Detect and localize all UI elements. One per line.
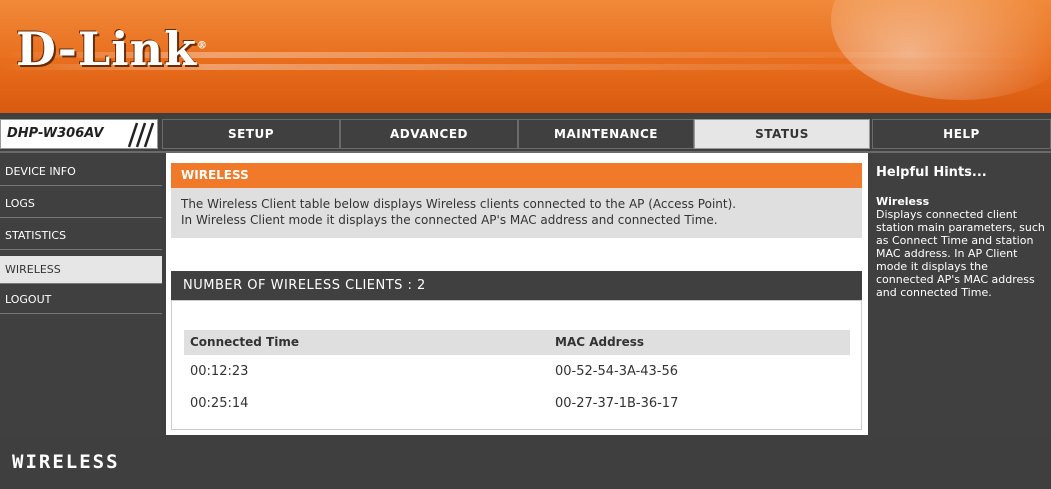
tab-help[interactable]: HELP [872, 119, 1051, 149]
table-cell-mac: 00-27-37-1B-36-17 [555, 396, 679, 411]
banner-swoosh [831, 0, 1051, 100]
clients-table: Connected Time MAC Address 00:12:23 00-5… [171, 300, 862, 430]
tab-status[interactable]: STATUS [694, 119, 870, 149]
table-cell-time: 00:12:23 [190, 364, 249, 379]
tab-advanced[interactable]: ADVANCED [340, 119, 518, 149]
description-line: In Wireless Client mode it displays the … [181, 213, 718, 227]
model-name: DHP-W306AV [7, 126, 104, 141]
sidebar-item-statistics[interactable]: STATISTICS [0, 222, 162, 250]
tab-setup[interactable]: SETUP [162, 119, 340, 149]
section-description: The Wireless Client table below displays… [171, 188, 862, 238]
registered-mark: ® [196, 40, 208, 52]
sidebar-item-device-info[interactable]: DEVICE INFO [0, 158, 162, 186]
column-header-connected-time: Connected Time [184, 330, 549, 355]
table-cell-time: 00:25:14 [190, 396, 249, 411]
dlink-logo[interactable]: D-Link® [16, 22, 208, 76]
header-banner: D-Link® [0, 0, 1051, 113]
slash-icon [127, 122, 155, 148]
sidebar-item-wireless[interactable]: WIRELESS [0, 256, 162, 284]
clients-count-header: NUMBER OF WIRELESS CLIENTS : 2 [171, 271, 862, 300]
help-subtitle: Wireless [876, 195, 930, 208]
tab-maintenance[interactable]: MAINTENANCE [518, 119, 694, 149]
sidebar-item-logout[interactable]: LOGOUT [0, 286, 162, 314]
footer-label: WIRELESS [12, 451, 120, 473]
column-header-mac-address: MAC Address [549, 330, 850, 355]
description-line: The Wireless Client table below displays… [181, 197, 737, 211]
help-text: Displays connected client station main p… [876, 208, 1045, 299]
help-title: Helpful Hints... [876, 165, 987, 180]
footer: WIRELESS [0, 437, 1051, 489]
table-cell-mac: 00-52-54-3A-43-56 [555, 364, 679, 379]
model-label: DHP-W306AV [0, 119, 158, 149]
logo-text: D-Link [16, 22, 197, 76]
help-panel: Helpful Hints... Wireless Displays conne… [872, 153, 1051, 435]
top-nav: DHP-W306AV SETUP ADVANCED MAINTENANCE ST… [0, 117, 1051, 151]
sidebar: DEVICE INFO LOGS STATISTICS WIRELESS LOG… [0, 153, 162, 435]
main-content: WIRELESS The Wireless Client table below… [166, 153, 868, 435]
section-title: WIRELESS [171, 163, 862, 188]
sidebar-item-logs[interactable]: LOGS [0, 190, 162, 218]
